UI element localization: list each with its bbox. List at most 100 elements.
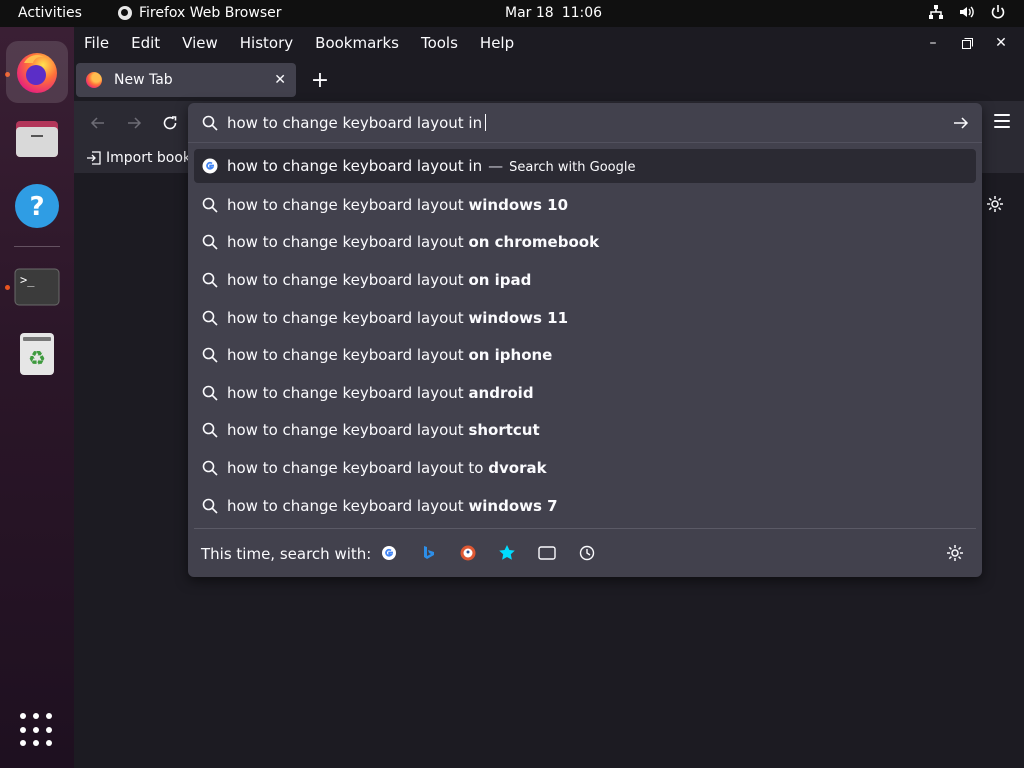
volume-icon[interactable] — [958, 4, 976, 20]
tab-label: New Tab — [114, 72, 173, 88]
window-controls: – ✕ — [924, 27, 1024, 59]
search-action-label: Search with Google — [509, 160, 636, 175]
activities-button[interactable]: Activities — [18, 5, 82, 21]
forward-arrow-icon[interactable] — [123, 112, 145, 134]
search-icon — [202, 385, 218, 401]
menu-bar: File Edit View History Bookmarks Tools Help – … — [74, 27, 1024, 59]
menu-bookmarks[interactable]: Bookmarks — [304, 34, 410, 52]
menu-view[interactable]: View — [171, 34, 229, 52]
trash-icon: ♻ — [20, 333, 54, 375]
suggestion-text: how to change keyboard layout windows 11 — [227, 308, 569, 327]
svg-text:♻: ♻ — [28, 346, 46, 370]
svg-text:?: ? — [29, 192, 44, 222]
system-tray[interactable] — [928, 4, 1006, 20]
app-grid-icon[interactable] — [20, 713, 54, 747]
google-icon — [202, 158, 218, 174]
urlbar-dropdown: how to change keyboard layout in how to … — [188, 103, 982, 577]
menu-tools[interactable]: Tools — [410, 34, 469, 52]
suggestion-row[interactable]: how to change keyboard layout windows 11 — [194, 299, 976, 337]
search-settings-gear-icon[interactable] — [946, 544, 964, 566]
search-icon — [202, 460, 218, 476]
firefox-icon — [118, 6, 132, 20]
top-bar: Activities Firefox Web Browser Mar 18 11… — [0, 0, 1024, 27]
one-off-label: This time, search with: — [201, 545, 372, 563]
terminal-icon: >_ — [14, 268, 60, 306]
dock-item-terminal[interactable]: >_ — [6, 256, 68, 318]
menu-history[interactable]: History — [229, 34, 304, 52]
help-icon: ? — [15, 184, 59, 228]
suggestion-row[interactable]: how to change keyboard layout to dvorak — [194, 449, 976, 487]
menu-file[interactable]: File — [74, 34, 120, 52]
minimize-icon[interactable]: – — [924, 34, 942, 52]
restore-icon[interactable] — [958, 34, 976, 52]
close-icon[interactable]: ✕ — [992, 34, 1010, 52]
search-icon — [202, 422, 218, 438]
suggestion-row[interactable]: how to change keyboard layout on chromeb… — [194, 224, 976, 262]
dock: ? >_ ♻ — [0, 27, 74, 768]
bookmarks-star-icon[interactable] — [498, 544, 516, 562]
one-off-search-bar: This time, search with: — [194, 528, 976, 577]
firefox-icon — [17, 53, 57, 93]
suggestion-text: how to change keyboard layout to dvorak — [227, 458, 547, 477]
suggestion-row[interactable]: how to change keyboard layout android — [194, 374, 976, 412]
tab-new-tab[interactable]: New Tab ✕ — [76, 63, 296, 97]
menu-edit[interactable]: Edit — [120, 34, 171, 52]
power-icon[interactable] — [990, 4, 1006, 20]
import-bookmarks-button[interactable]: Import book — [86, 150, 191, 166]
firefox-icon — [86, 72, 102, 88]
suggestion-text: how to change keyboard layout android — [227, 383, 534, 402]
suggestion-row[interactable]: how to change keyboard layout shortcut — [194, 412, 976, 450]
clock[interactable]: Mar 18 11:06 — [505, 5, 602, 21]
date: Mar 18 — [505, 5, 554, 21]
suggestion-row[interactable]: how to change keyboard layout on iphone — [194, 336, 976, 374]
suggestion-row[interactable]: how to change keyboard layout on ipad — [194, 261, 976, 299]
suggestion-row[interactable]: how to change keyboard layout windows 7 — [194, 487, 976, 525]
duckduckgo-icon[interactable] — [459, 544, 477, 562]
time: 11:06 — [561, 5, 603, 21]
dock-separator — [14, 246, 60, 247]
search-icon — [202, 115, 218, 135]
url-input-text[interactable]: how to change keyboard layout in — [227, 114, 487, 132]
suggestion-row[interactable]: how to change keyboard layout windows 10 — [194, 186, 976, 224]
suggestion-text: how to change keyboard layout on chromeb… — [227, 233, 600, 252]
folder-icon — [16, 121, 58, 157]
back-arrow-icon[interactable] — [87, 112, 109, 134]
go-arrow-icon[interactable] — [952, 114, 970, 136]
suggestion-list: how to change keyboard layout in — Search … — [194, 149, 976, 524]
close-tab-icon[interactable]: ✕ — [274, 72, 286, 88]
suggestion-row[interactable]: how to change keyboard layout in — Search … — [194, 149, 976, 183]
menu-help[interactable]: Help — [469, 34, 525, 52]
url-input[interactable]: how to change keyboard layout in — [188, 103, 982, 143]
network-icon[interactable] — [928, 4, 944, 20]
app-menu[interactable]: Firefox Web Browser — [118, 5, 282, 21]
history-icon[interactable] — [578, 544, 596, 562]
app-menu-icon[interactable] — [994, 114, 1010, 128]
dock-item-trash[interactable]: ♻ — [6, 323, 68, 385]
import-icon — [87, 151, 101, 165]
search-icon — [202, 234, 218, 250]
suggestion-text: how to change keyboard layout shortcut — [227, 421, 540, 440]
suggestion-text: how to change keyboard layout windows 10 — [227, 195, 569, 214]
search-icon — [202, 498, 218, 514]
gear-icon[interactable] — [986, 195, 1004, 217]
tab-strip: New Tab ✕ + — [74, 59, 1024, 101]
search-icon — [202, 197, 218, 213]
dock-item-firefox[interactable] — [6, 41, 68, 103]
suggestion-text: how to change keyboard layout windows 7 — [227, 496, 558, 515]
reload-icon[interactable] — [159, 112, 181, 134]
dock-item-help[interactable]: ? — [6, 175, 68, 237]
app-name: Firefox Web Browser — [139, 5, 282, 21]
new-tab-button[interactable]: + — [308, 68, 332, 93]
search-icon — [202, 310, 218, 326]
google-icon[interactable] — [380, 544, 398, 562]
dock-item-files[interactable] — [6, 108, 68, 170]
bing-icon[interactable] — [420, 544, 438, 562]
svg-text:>_: >_ — [20, 273, 35, 287]
search-icon — [202, 272, 218, 288]
suggestion-text: how to change keyboard layout on iphone — [227, 346, 553, 365]
suggestion-text: how to change keyboard layout in — Search … — [227, 157, 636, 175]
search-icon — [202, 347, 218, 363]
import-label: Import book — [106, 150, 192, 166]
suggestion-text: how to change keyboard layout on ipad — [227, 270, 532, 289]
tabs-icon[interactable] — [538, 544, 556, 562]
